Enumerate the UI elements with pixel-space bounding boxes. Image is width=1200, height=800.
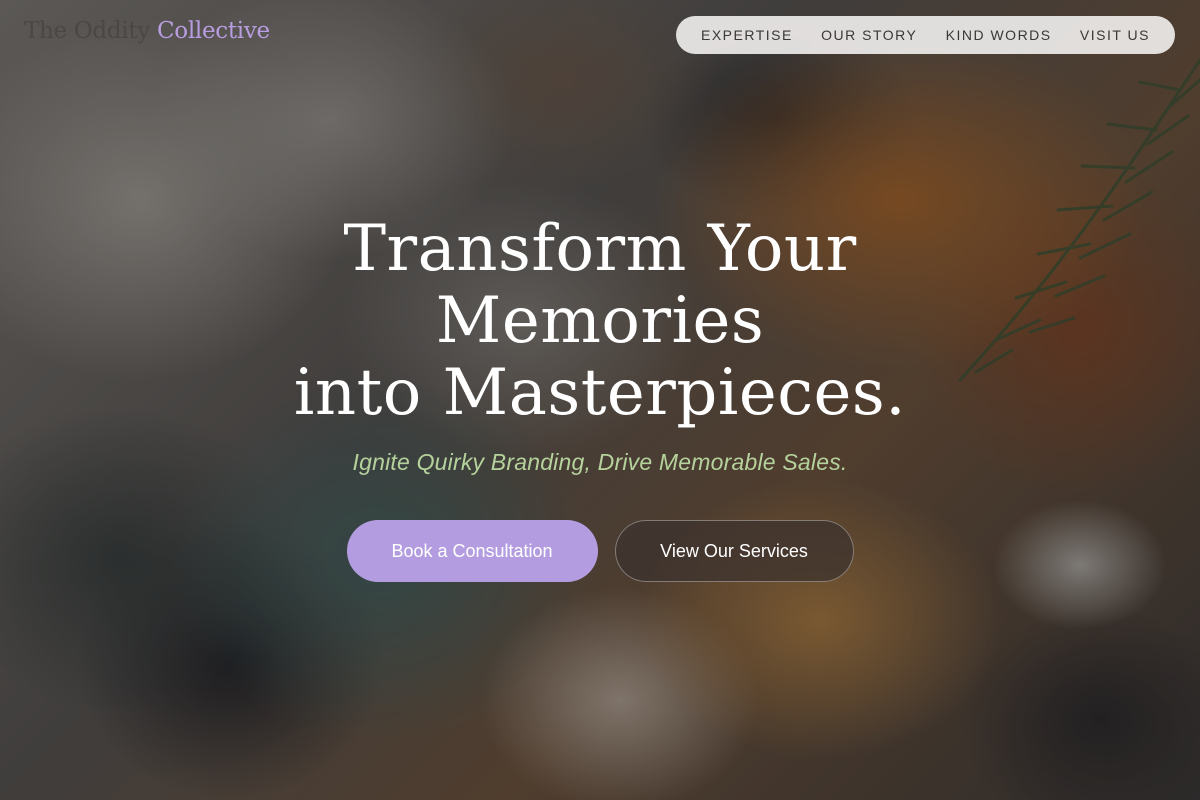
hero-title-line-1: Transform Your [343,212,857,286]
nav-link-expertise[interactable]: EXPERTISE [701,27,793,43]
view-services-button[interactable]: View Our Services [614,520,854,582]
main-navigation: EXPERTISE OUR STORY KIND WORDS VISIT US [676,16,1175,54]
book-consultation-button[interactable]: Book a Consultation [346,520,598,582]
logo-text-primary: The Oddity [24,18,150,44]
logo-text-accent: Collective [157,18,270,44]
site-logo[interactable]: The Oddity Collective [24,18,270,44]
nav-link-visit-us[interactable]: VISIT US [1080,27,1150,43]
hero-section: Transform Your Memories into Masterpiece… [0,213,1200,582]
hero-title: Transform Your Memories into Masterpiece… [0,213,1200,429]
nav-link-kind-words[interactable]: KIND WORDS [946,27,1052,43]
cta-button-group: Book a Consultation View Our Services [0,520,1200,582]
hero-subtitle: Ignite Quirky Branding, Drive Memorable … [352,449,848,475]
hero-title-line-2: Memories [435,284,765,358]
nav-link-our-story[interactable]: OUR STORY [821,27,917,43]
hero-title-line-3: into Masterpieces. [293,356,907,430]
